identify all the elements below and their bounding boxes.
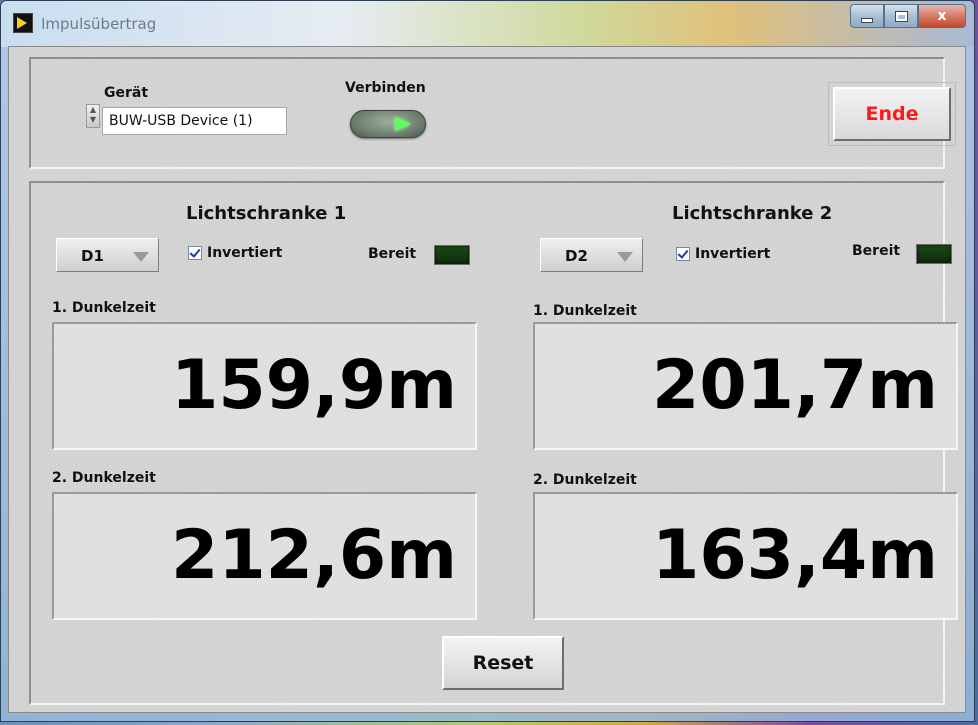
sensor-2-dark-time-1-label: 1. Dunkelzeit [533, 303, 637, 319]
sensor-1-ready-led [434, 245, 470, 265]
chevron-down-icon [133, 252, 149, 262]
connect-label: Verbinden [345, 80, 426, 96]
device-field[interactable]: BUW-USB Device (1) [102, 107, 287, 135]
window-title: Impulsübertrag [41, 15, 157, 33]
sensor-1-dark-time-1-display: 159,9m [52, 322, 477, 450]
sensor-1-dark-time-1-label: 1. Dunkelzeit [52, 300, 156, 316]
connect-toggle[interactable] [350, 110, 426, 138]
sensor-2-channel-value: D2 [565, 247, 588, 265]
reset-button[interactable]: Reset [442, 636, 564, 690]
sensor-1-channel-value: D1 [81, 247, 104, 265]
maximize-icon [894, 10, 908, 22]
title-bar[interactable]: Impulsübertrag x [1, 1, 974, 47]
sensor-2-inverted-label: Invertiert [695, 246, 771, 262]
sensor-2-inverted-checkbox[interactable] [676, 247, 690, 261]
sensor-1-ready-label: Bereit [368, 246, 417, 262]
sensor-2-channel-dropdown[interactable]: D2 [540, 238, 643, 272]
window-controls: x [850, 4, 966, 28]
device-label: Gerät [104, 85, 149, 101]
sensor-1-dark-time-2-label: 2. Dunkelzeit [52, 470, 156, 486]
minimize-icon [861, 17, 873, 23]
maximize-button[interactable] [884, 4, 918, 28]
sensor-1-inverted-label: Invertiert [207, 245, 283, 261]
sensor-2-dark-time-2-display: 163,4m [533, 492, 958, 620]
play-arrow-icon [395, 117, 411, 131]
sensor-2-ready-label: Bereit [852, 243, 901, 259]
sensor-2-title: Lichtschranke 2 [672, 203, 833, 224]
sensor-2-ready-led [916, 244, 952, 264]
sensor-1-channel-dropdown[interactable]: D1 [56, 238, 159, 272]
close-icon: x [937, 8, 947, 24]
sensor-2-dark-time-1-display: 201,7m [533, 322, 958, 450]
chevron-down-icon [617, 252, 633, 262]
sensor-1-dark-time-2-display: 212,6m [52, 492, 477, 620]
device-stepper[interactable]: ▲ ▼ [86, 104, 100, 128]
sensor-2-dark-time-2-label: 2. Dunkelzeit [533, 472, 637, 488]
sensor-1-title: Lichtschranke 1 [186, 203, 347, 224]
sensor-1-inverted-checkbox[interactable] [188, 246, 202, 260]
labview-run-icon [13, 13, 33, 33]
close-button[interactable]: x [918, 4, 966, 28]
minimize-button[interactable] [850, 4, 884, 28]
end-button[interactable]: Ende [833, 87, 951, 141]
